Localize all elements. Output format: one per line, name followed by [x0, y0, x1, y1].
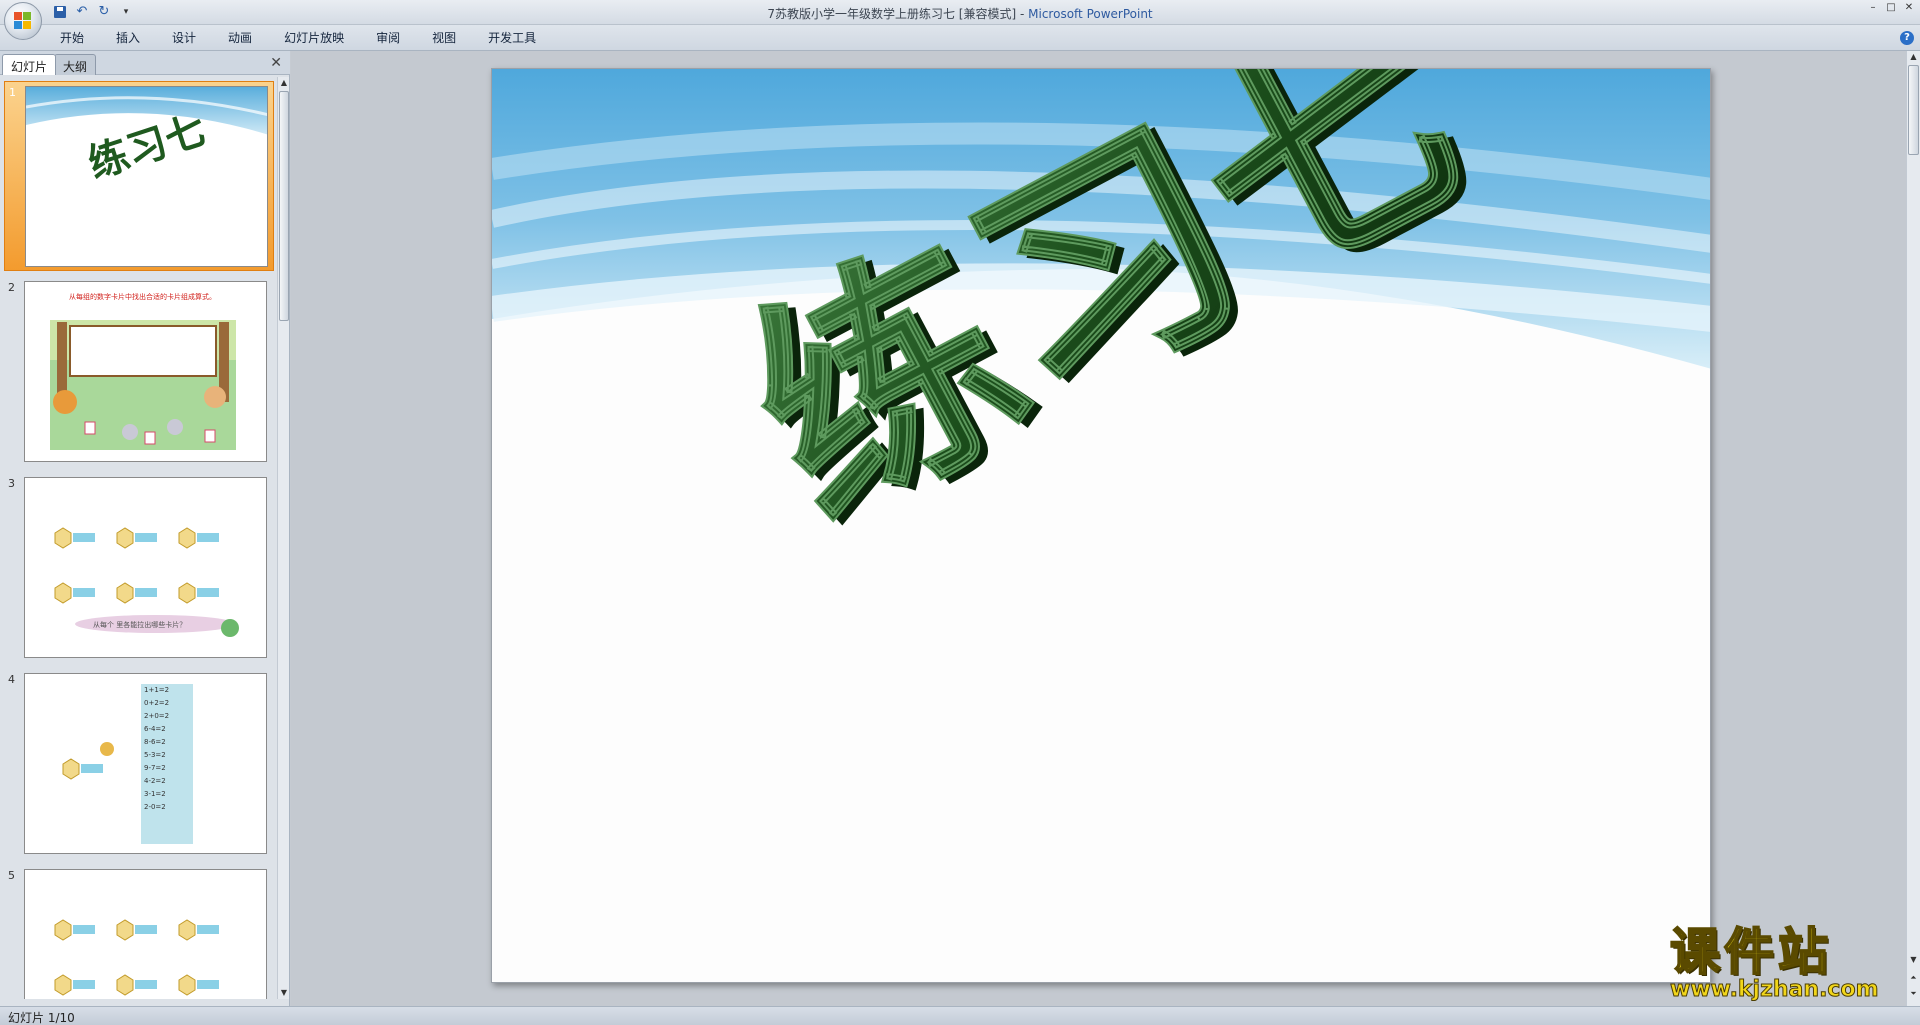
list-item: 6-4=2	[144, 725, 166, 733]
list-item: 5-3=2	[144, 751, 166, 759]
next-slide-icon[interactable]: ⏷	[1907, 988, 1920, 1000]
slide-thumbnail-5[interactable]: 5	[4, 865, 274, 999]
thumbnail-1-art: 练习七	[26, 87, 267, 188]
slide-number: 3	[8, 477, 15, 490]
tab-home[interactable]: 开始	[44, 30, 100, 46]
thumbnail-1-title: 练习七	[83, 107, 211, 188]
tab-animations[interactable]: 动画	[212, 30, 268, 46]
slide-number: 5	[8, 869, 15, 882]
watermark-cn: 课件站	[1669, 923, 1832, 981]
office-logo-icon	[14, 12, 32, 30]
watermark-url: www.kjzhan.com	[1670, 977, 1880, 1002]
thumbnail-canvas: 从每个 里各能拉出哪些卡片？	[24, 477, 267, 658]
scrollbar-thumb[interactable]	[279, 91, 289, 321]
list-item: 2-0=2	[144, 803, 166, 811]
help-icon[interactable]: ?	[1900, 31, 1914, 45]
scrollbar-thumb[interactable]	[1908, 65, 1919, 155]
panel-tabs: 幻灯片 大纲 ✕	[0, 51, 290, 75]
window-title: 7苏教版小学一年级数学上册练习七 [兼容模式] - Microsoft Powe…	[0, 5, 1920, 22]
slide-thumbnails: 1 练习七 2 从每组的数字卡片中找出合适的卡片组成算式。 3 从每个 里各能拉…	[0, 77, 276, 999]
status-bar: 幻灯片 1/10	[0, 1006, 1920, 1025]
slide-number: 1	[9, 86, 16, 99]
list-item: 1+1=2	[144, 686, 170, 694]
tab-developer[interactable]: 开发工具	[472, 30, 552, 46]
slide-canvas[interactable]: 练习七 练习七	[491, 68, 1711, 983]
thumbnail-3-caption: 从每个 里各能拉出哪些卡片？	[93, 621, 187, 629]
slide-thumbnail-1[interactable]: 1 练习七	[4, 81, 274, 271]
scroll-up-icon[interactable]: ▲	[278, 77, 290, 89]
maximize-button[interactable]: □	[1884, 2, 1898, 14]
close-button[interactable]: ✕	[1902, 2, 1916, 14]
scroll-up-icon[interactable]: ▲	[1907, 51, 1920, 63]
slide-thumbnail-2[interactable]: 2 从每组的数字卡片中找出合适的卡片组成算式。	[4, 277, 274, 467]
previous-slide-icon[interactable]: ⏶	[1907, 972, 1920, 984]
thumbnail-2-art	[50, 320, 236, 450]
editor-scrollbar[interactable]: ▲ ▼ ⏶ ⏷	[1906, 51, 1920, 1006]
tab-slides[interactable]: 幻灯片	[2, 54, 57, 75]
slide-counter: 幻灯片 1/10	[8, 1011, 75, 1025]
thumbnails-scrollbar[interactable]: ▲ ▼	[277, 77, 289, 999]
close-icon[interactable]: ✕	[270, 55, 282, 71]
tab-insert[interactable]: 插入	[100, 30, 156, 46]
tab-slide-show[interactable]: 幻灯片放映	[268, 30, 360, 46]
thumbnail-3-art	[54, 527, 239, 637]
thumbnail-canvas: 1+1=2 0+2=2 2+0=2 6-4=2 8-6=2 5-3=2 9-7=…	[24, 673, 267, 854]
thumbnail-5-art	[54, 919, 219, 996]
watermark-logo: 课件站 www.kjzhan.com	[1669, 923, 1898, 1003]
list-item: 2+0=2	[144, 712, 170, 720]
minimize-button[interactable]: –	[1866, 2, 1880, 14]
office-button[interactable]	[4, 2, 42, 40]
document-title: 7苏教版小学一年级数学上册练习七 [兼容模式]	[767, 7, 1017, 21]
tab-outline[interactable]: 大纲	[54, 54, 97, 75]
ribbon-tab-row: 开始 插入 设计 动画 幻灯片放映 审阅 视图 开发工具 ?	[0, 25, 1920, 51]
thumbnail-4-list: 1+1=2 0+2=2 2+0=2 6-4=2 8-6=2 5-3=2 9-7=…	[141, 684, 193, 844]
thumbnail-canvas: 从每组的数字卡片中找出合适的卡片组成算式。	[24, 281, 267, 462]
tab-review[interactable]: 审阅	[360, 30, 416, 46]
app-name: Microsoft PowerPoint	[1028, 7, 1153, 21]
list-item: 3-1=2	[144, 790, 166, 798]
slide-thumbnail-4[interactable]: 4 1+1=2 0+2=2 2+0=2 6-4=2 8-6=2 5-3=2 9-…	[4, 669, 274, 859]
thumbnail-canvas	[24, 869, 267, 999]
title-bar: ↶ ↻ ▾ 7苏教版小学一年级数学上册练习七 [兼容模式] - Microsof…	[0, 0, 1920, 25]
tab-view[interactable]: 视图	[416, 30, 472, 46]
list-item: 8-6=2	[144, 738, 166, 746]
slide-number: 4	[8, 673, 15, 686]
slides-panel: 幻灯片 大纲 ✕ 1 练习七 2 从每组的数字卡片中找出合适的卡片组成算式。 3…	[0, 51, 290, 1006]
slide-art: 练习七 练习七	[492, 69, 1710, 575]
slide-number: 2	[8, 281, 15, 294]
thumbnail-2-caption: 从每组的数字卡片中找出合适的卡片组成算式。	[69, 293, 216, 301]
thumbnail-canvas: 练习七	[25, 86, 268, 267]
window-controls: – □ ✕	[1866, 2, 1916, 14]
list-item: 4-2=2	[144, 777, 166, 785]
ribbon-tabs: 开始 插入 设计 动画 幻灯片放映 审阅 视图 开发工具	[44, 30, 552, 46]
list-item: 9-7=2	[144, 764, 166, 772]
scroll-down-icon[interactable]: ▼	[278, 987, 290, 999]
slide-thumbnail-3[interactable]: 3 从每个 里各能拉出哪些卡片？	[4, 473, 274, 663]
scroll-down-icon[interactable]: ▼	[1907, 954, 1920, 966]
tab-design[interactable]: 设计	[156, 30, 212, 46]
title-separator: -	[1016, 7, 1029, 21]
list-item: 0+2=2	[144, 699, 170, 707]
slide-editor: 练习七 练习七	[291, 51, 1906, 1006]
